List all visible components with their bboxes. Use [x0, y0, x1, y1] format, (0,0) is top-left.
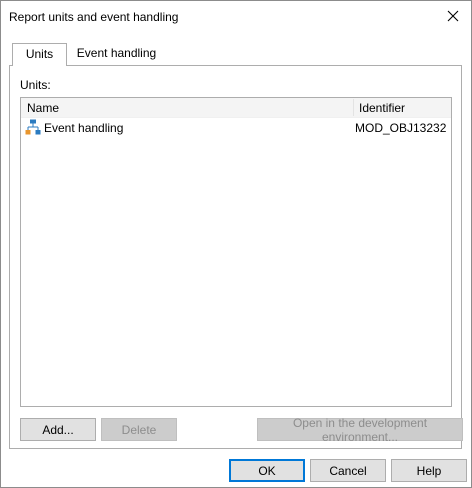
delete-button[interactable]: Delete	[101, 418, 177, 441]
column-header-name[interactable]: Name	[27, 101, 59, 115]
module-tree-icon	[25, 119, 41, 135]
ok-button[interactable]: OK	[229, 459, 305, 482]
report-units-dialog: Report units and event handling Units Ev…	[0, 0, 472, 488]
add-button[interactable]: Add...	[20, 418, 96, 441]
tab-event-handling[interactable]: Event handling	[69, 43, 164, 65]
column-divider[interactable]	[353, 99, 354, 116]
close-button[interactable]	[439, 4, 467, 28]
row-name: Event handling	[44, 121, 124, 135]
units-list[interactable]: Name Identifier Event handling MOD_OBJ13…	[20, 97, 452, 407]
window-title: Report units and event handling	[9, 10, 179, 24]
title-bar: Report units and event handling	[1, 1, 471, 32]
tab-units[interactable]: Units	[12, 43, 67, 66]
help-button[interactable]: Help	[391, 459, 467, 482]
cancel-button[interactable]: Cancel	[310, 459, 386, 482]
units-tab-panel: Units: Name Identifier Event handling MO…	[9, 65, 463, 449]
list-header: Name Identifier	[21, 98, 451, 118]
units-label: Units:	[20, 78, 51, 92]
column-header-identifier[interactable]: Identifier	[359, 101, 405, 115]
open-dev-environment-button[interactable]: Open in the development environment...	[257, 416, 463, 444]
list-item[interactable]: Event handling MOD_OBJ13232	[21, 118, 451, 137]
tab-strip: Units Event handling	[12, 43, 462, 66]
row-identifier: MOD_OBJ13232	[355, 121, 447, 135]
close-icon	[447, 10, 459, 22]
